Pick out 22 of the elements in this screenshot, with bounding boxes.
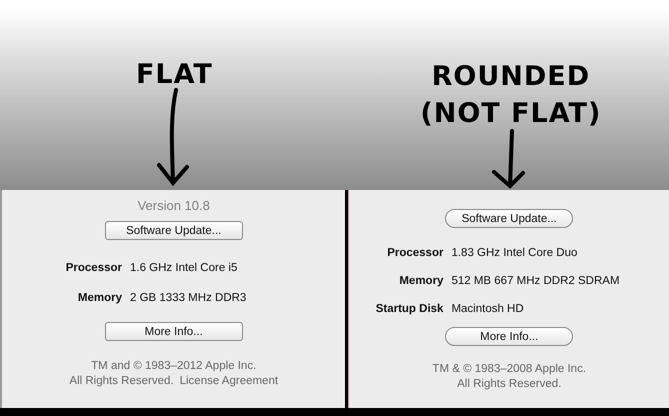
more-info-button[interactable]: More Info... xyxy=(445,327,574,346)
spec-label: Startup Disk xyxy=(374,303,444,315)
copyright-text: TM and © 1983–2012 Apple Inc. xyxy=(91,359,256,374)
software-update-button[interactable]: Software Update... xyxy=(104,221,243,240)
spec-value: 512 MB 667 MHz DDR2 SDRAM xyxy=(451,275,620,287)
spec-label: Memory xyxy=(398,275,444,287)
copyright-text: All Rights Reserved. xyxy=(457,377,562,392)
annotation-label: ROUNDED (NOT FLAT) xyxy=(420,60,602,131)
spec-value: Macintosh HD xyxy=(451,303,524,315)
spec-label: Processor xyxy=(64,262,123,274)
spec-label: Memory xyxy=(76,292,123,304)
license-link[interactable]: License Agreement xyxy=(180,374,278,389)
annotation-label: FLAT xyxy=(136,58,213,92)
spec-value: 1.83 GHz Intel Core Duo xyxy=(451,247,578,259)
copyright-text: All Rights Reserved. xyxy=(69,374,174,389)
spec-label: Processor xyxy=(386,247,444,259)
copyright-text: TM & © 1983–2008 Apple Inc. xyxy=(432,362,586,377)
software-update-button[interactable]: Software Update... xyxy=(445,209,574,228)
more-info-button[interactable]: More Info... xyxy=(104,322,243,341)
spec-value: 1.6 GHz Intel Core i5 xyxy=(130,262,238,274)
version-text: Version 10.8 xyxy=(138,198,210,213)
spec-value: 2 GB 1333 MHz DDR3 xyxy=(130,292,246,304)
